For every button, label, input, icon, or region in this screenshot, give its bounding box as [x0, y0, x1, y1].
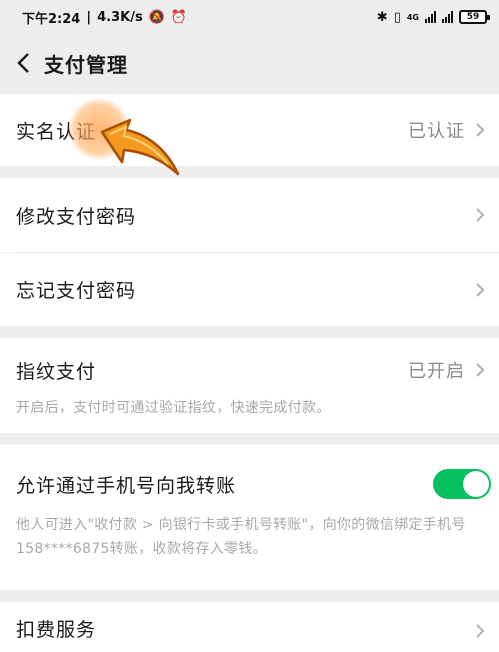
status-time: 下午2:24: [22, 11, 81, 27]
mute-icon: 🔕: [148, 9, 165, 25]
network-speed: 4.3K/s: [97, 9, 143, 25]
fingerprint-section: 指纹支付 已开启 开启后，支付时可通过验证指纹，快速完成付款。: [0, 338, 499, 433]
forgot-password-row[interactable]: 忘记支付密码: [0, 253, 499, 326]
fingerprint-description: 开启后，支付时可通过验证指纹，快速完成付款。: [16, 400, 331, 416]
battery-level: 59: [466, 12, 480, 22]
real-name-row[interactable]: 实名认证 已认证: [0, 94, 499, 166]
alarm-icon: ⏰: [170, 9, 188, 25]
fingerprint-label: 指纹支付: [16, 360, 97, 383]
battery-icon: 59: [459, 10, 490, 24]
fingerprint-status: 已开启: [408, 361, 465, 382]
phone-transfer-toggle[interactable]: [433, 469, 491, 499]
back-arrow-icon: [17, 53, 29, 73]
page-title: 支付管理: [44, 52, 128, 77]
forgot-password-label: 忘记支付密码: [16, 280, 137, 302]
deduction-row[interactable]: 扣费服务: [0, 602, 499, 652]
vibrate-icon: ▯: [393, 9, 401, 25]
chevron-right-icon: [475, 206, 487, 224]
chevron-right-icon: [475, 622, 487, 640]
bluetooth-icon: ✱: [376, 9, 388, 25]
chevron-right-icon: [475, 121, 487, 139]
signal-icon: [425, 11, 436, 23]
modify-password-label: 修改支付密码: [16, 205, 137, 228]
network-type: 4G: [406, 12, 419, 22]
status-separator: |: [86, 9, 92, 25]
phone-transfer-description: 他人可进入"收付款 > 向银行卡或手机号转账"，向你的微信绑定手机号158***…: [16, 517, 466, 557]
deduction-label: 扣费服务: [16, 619, 97, 641]
real-name-status: 已认证: [408, 121, 465, 142]
real-name-label: 实名认证: [16, 120, 97, 143]
status-bar: 下午2:24 | 4.3K/s 🔕 ⏰ ✱ ▯ 4G 59: [0, 0, 499, 34]
phone-transfer-row: 允许通过手机号向我转账: [0, 445, 499, 523]
back-button[interactable]: [8, 43, 38, 83]
phone-transfer-label: 允许通过手机号向我转账: [16, 474, 237, 497]
toggle-knob: [463, 471, 489, 497]
chevron-right-icon: [475, 361, 487, 379]
modify-password-row[interactable]: 修改支付密码: [0, 178, 499, 252]
chevron-right-icon: [475, 281, 487, 299]
fingerprint-row[interactable]: 指纹支付 已开启: [0, 338, 499, 396]
signal-icon-2: [442, 11, 453, 23]
phone-transfer-section: 允许通过手机号向我转账 他人可进入"收付款 > 向银行卡或手机号转账"，向你的微…: [0, 445, 499, 590]
nav-bar: 支付管理: [0, 34, 499, 92]
